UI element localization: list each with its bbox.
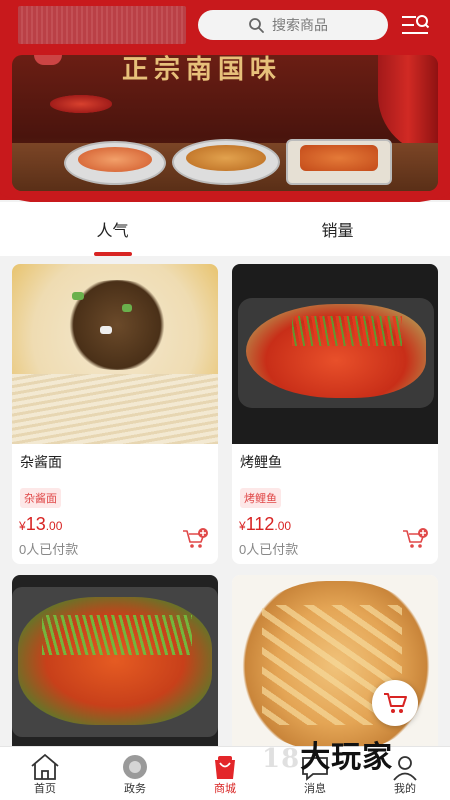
nav-label: 首页 (34, 783, 56, 795)
product-image (12, 264, 218, 444)
product-image (232, 264, 438, 444)
mall-icon (215, 756, 235, 779)
chili-decoration (50, 95, 112, 113)
add-to-cart-icon[interactable] (182, 528, 208, 550)
promo-banner[interactable]: 正宗南国味 (12, 55, 438, 191)
product-card[interactable]: 烤鲤鱼 烤鲤鱼 ¥112.00 0人已付款 (232, 264, 438, 564)
floating-cart-button[interactable] (372, 680, 418, 726)
store-name-blurred (18, 6, 186, 44)
banner-title: 正宗南国味 (122, 55, 283, 85)
food-plate (172, 139, 280, 185)
search-icon (249, 18, 264, 33)
search-placeholder: 搜索商品 (272, 17, 328, 33)
add-to-cart-icon[interactable] (402, 528, 428, 550)
tab-sales[interactable]: 销量 (225, 202, 450, 256)
gov-icon (123, 755, 147, 779)
home-icon (31, 753, 59, 780)
watermark: 18大玩家 (262, 740, 394, 775)
nav-label: 消息 (304, 783, 326, 795)
nav-label: 政务 (124, 783, 146, 795)
sold-count: 0人已付款 (239, 542, 299, 557)
search-bar[interactable]: 搜索商品 (198, 10, 388, 40)
nav-label: 我的 (394, 783, 416, 795)
banner-logo (34, 55, 62, 65)
nav-mall[interactable]: 商城 (180, 747, 270, 800)
nav-gov[interactable]: 政务 (90, 747, 180, 800)
food-plate (64, 141, 166, 185)
product-price: ¥112.00 (239, 514, 292, 534)
product-card[interactable]: 杂酱面 杂酱面 ¥13.00 0人已付款 (12, 264, 218, 564)
product-image (12, 575, 218, 765)
product-price: ¥13.00 (19, 514, 63, 534)
tab-popular[interactable]: 人气 (0, 202, 225, 256)
product-card[interactable] (12, 575, 218, 765)
cart-icon (384, 693, 407, 713)
nav-home[interactable]: 首页 (0, 747, 90, 800)
product-tag: 杂酱面 (20, 488, 61, 508)
product-name: 杂酱面 (20, 454, 62, 470)
profile-icon (393, 756, 417, 781)
food-plate (286, 139, 392, 185)
product-name: 烤鲤鱼 (240, 454, 282, 470)
nav-label: 商城 (214, 783, 236, 795)
category-menu-icon[interactable] (400, 12, 430, 38)
product-tag: 烤鲤鱼 (240, 488, 281, 508)
sold-count: 0人已付款 (19, 542, 79, 557)
sort-tabs: 人气 销量 (0, 202, 450, 256)
